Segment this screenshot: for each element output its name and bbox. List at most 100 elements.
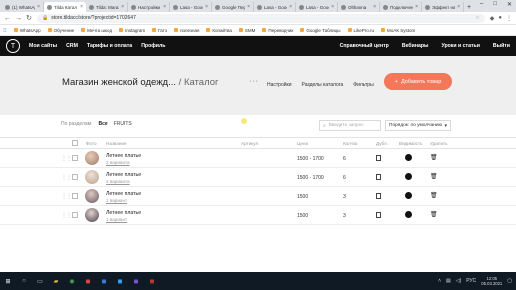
url-field[interactable]: 🔒 store.tildacc/store/?projectid=1702647…	[37, 13, 485, 23]
notifications-icon[interactable]: ▢	[507, 278, 512, 284]
nav-lessons[interactable]: Уроки и статьи	[441, 43, 479, 49]
bookmark-item[interactable]: МоАК Systom	[381, 28, 415, 33]
product-name[interactable]: Летнее платье	[106, 210, 141, 216]
trash-icon[interactable]: 🗑	[430, 173, 438, 180]
browser-tab[interactable]: Подключен ×	[380, 2, 422, 12]
tab-close-icon[interactable]: ×	[37, 4, 40, 10]
nav-crm[interactable]: CRM	[66, 43, 78, 49]
browser-tab[interactable]: Настройки ×	[128, 2, 170, 12]
app-icon[interactable]: ◼	[100, 277, 108, 285]
tab-close-icon[interactable]: ×	[80, 4, 83, 10]
menu-icon[interactable]: ⋮	[506, 15, 512, 22]
reload-icon[interactable]: ↻	[26, 14, 32, 22]
copy-icon[interactable]	[376, 174, 381, 180]
filter-fruits[interactable]: FRUITS	[114, 121, 132, 127]
maximize-icon[interactable]: □	[493, 1, 497, 8]
nav-help-center[interactable]: Справочный центр	[340, 43, 389, 49]
bookmark-item[interactable]: Мечта шкод	[81, 28, 112, 33]
tab-close-icon[interactable]: ×	[415, 4, 418, 10]
app-icon[interactable]: ◼	[132, 277, 140, 285]
bookmark-item[interactable]: Google Таблицы	[300, 28, 341, 33]
browser-tab[interactable]: Tilda Катал ×	[44, 2, 86, 12]
filters-link[interactable]: Фильтры	[353, 82, 373, 88]
store-title[interactable]: Магазин женской одежд...	[62, 77, 176, 88]
browser-tab[interactable]: Lasa - Gooo ×	[170, 2, 212, 12]
bookmark-item[interactable]: Копайтва	[206, 28, 232, 33]
nav-my-sites[interactable]: Мои сайты	[29, 43, 57, 49]
browser-tab[interactable]: Google Пер ×	[212, 2, 254, 12]
browser-tab[interactable]: Lasa - Gooo ×	[296, 2, 338, 12]
tab-close-icon[interactable]: ×	[247, 4, 250, 10]
nav-webinars[interactable]: Вебинары	[402, 43, 429, 49]
extension-icon[interactable]: ◆	[490, 15, 495, 22]
bookmark-item[interactable]: полезная	[174, 28, 199, 33]
product-variants-link[interactable]: 2 варианта	[106, 179, 130, 184]
app-icon[interactable]: ◼	[84, 277, 92, 285]
copy-icon[interactable]	[376, 155, 381, 161]
star-icon[interactable]: ☆	[475, 15, 479, 21]
tilda-logo[interactable]: T	[6, 39, 20, 53]
product-variants-link[interactable]: 2 варианта	[106, 160, 130, 165]
product-name[interactable]: Летнее платье	[106, 153, 141, 159]
close-icon[interactable]: ✕	[507, 1, 512, 8]
row-checkbox[interactable]	[72, 193, 78, 199]
trash-icon[interactable]: 🗑	[430, 192, 438, 199]
table-row[interactable]: ⋮⋮ Летнее платье 2 варианта 1500 - 1700 …	[0, 149, 516, 168]
bookmark-item[interactable]: Переводчик	[262, 28, 293, 33]
tab-close-icon[interactable]: ×	[121, 4, 124, 10]
browser-tab[interactable]: Lasa - Gooo ×	[254, 2, 296, 12]
drag-handle-icon[interactable]: ⋮⋮	[61, 174, 72, 181]
apps-icon[interactable]: ⁝⁝	[3, 27, 7, 34]
product-thumbnail[interactable]	[85, 170, 99, 184]
chevron-up-icon[interactable]: ˄	[438, 278, 441, 284]
select-all-checkbox[interactable]	[72, 140, 78, 146]
catalog-sections-link[interactable]: Разделы каталога	[302, 82, 344, 88]
add-product-button[interactable]: + Добавить товар	[384, 73, 452, 90]
language-indicator[interactable]: РУС	[466, 278, 476, 284]
tab-close-icon[interactable]: ×	[163, 4, 166, 10]
nav-tariffs[interactable]: Тарифы и оплата	[87, 43, 132, 49]
bookmark-item[interactable]: Обучение	[47, 28, 74, 33]
profile-icon[interactable]: ●	[498, 15, 502, 22]
bookmark-item[interactable]: Гатэ	[152, 28, 167, 33]
app-icon[interactable]: ◼	[148, 277, 156, 285]
filter-all[interactable]: Все	[99, 121, 108, 127]
search-input[interactable]: ⌕ Введите запрос	[319, 120, 381, 131]
product-name[interactable]: Летнее платье	[106, 172, 141, 178]
sort-select[interactable]: Порядок: по умолчанию ▾	[385, 120, 451, 131]
volume-icon[interactable]: ◁)	[456, 278, 462, 284]
product-variants-link[interactable]: 1 вариант	[106, 217, 127, 222]
table-row[interactable]: ⋮⋮ Летнее платье 1 вариант 1500 3 🗑	[0, 206, 516, 225]
trash-icon[interactable]: 🗑	[430, 211, 438, 218]
product-thumbnail[interactable]	[85, 189, 99, 203]
tab-close-icon[interactable]: ×	[331, 4, 334, 10]
drag-handle-icon[interactable]: ⋮⋮	[61, 193, 72, 200]
nav-logout[interactable]: Выйти	[493, 43, 510, 49]
row-checkbox[interactable]	[72, 212, 78, 218]
trash-icon[interactable]: 🗑	[430, 154, 438, 161]
clock[interactable]: 12:05 05.03.2021	[481, 276, 502, 286]
network-icon[interactable]: ▤	[446, 278, 451, 284]
nav-profile[interactable]: Профиль	[141, 43, 165, 49]
minimize-icon[interactable]: –	[480, 1, 483, 8]
visibility-icon[interactable]	[405, 211, 412, 218]
drag-handle-icon[interactable]: ⋮⋮	[61, 155, 72, 162]
bookmark-item[interactable]: WhatsApp	[13, 28, 41, 33]
product-thumbnail[interactable]	[85, 151, 99, 165]
product-name[interactable]: Летнее платье	[106, 191, 141, 197]
browser-tab[interactable]: Tilda: Магаз ×	[86, 2, 128, 12]
row-checkbox[interactable]	[72, 174, 78, 180]
visibility-icon[interactable]	[405, 154, 412, 161]
tab-close-icon[interactable]: ×	[205, 4, 208, 10]
task-view-icon[interactable]: ▭	[36, 277, 44, 285]
bookmark-item[interactable]: LikePro.ru	[347, 28, 374, 33]
search-icon[interactable]: ○	[20, 277, 28, 285]
browser-tab[interactable]: (1) WhatsApp×	[2, 2, 44, 12]
row-checkbox[interactable]	[72, 155, 78, 161]
forward-icon[interactable]: →	[15, 15, 22, 22]
tab-close-icon[interactable]: ×	[457, 4, 460, 10]
copy-icon[interactable]	[376, 212, 381, 218]
browser-tab[interactable]: Эффект на ×	[422, 2, 464, 12]
bookmark-item[interactable]: SMM	[238, 28, 255, 33]
windows-start-icon[interactable]: ⊞	[4, 277, 12, 285]
